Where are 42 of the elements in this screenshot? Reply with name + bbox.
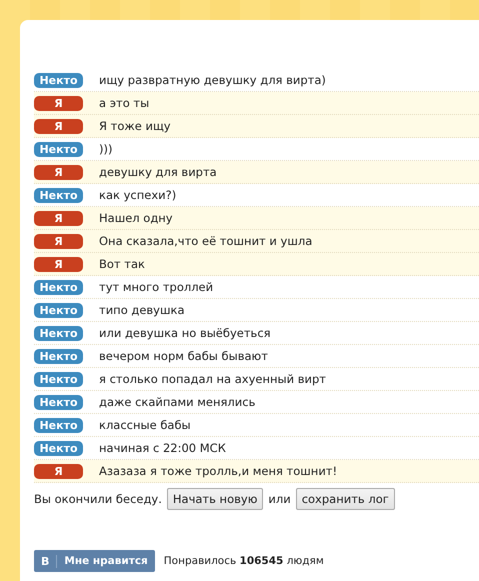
message-text: типо девушка <box>99 303 185 317</box>
or-text: или <box>268 492 291 506</box>
author-badge: Я <box>34 96 83 110</box>
author-badge: Я <box>34 118 83 134</box>
author-badge: Я <box>34 256 83 272</box>
message-text: вечером норм бабы бывают <box>99 349 268 363</box>
new-chat-button[interactable]: Начать новую <box>166 488 264 510</box>
message-text: Азазаза я тоже тролль,и меня тошнит! <box>99 464 338 478</box>
author-badge: Некто <box>34 394 83 410</box>
author-badge: Некто <box>34 72 83 88</box>
message-text: я столько попадал на ахуенный вирт <box>99 372 326 386</box>
message-text: Я тоже ищу <box>99 119 171 133</box>
author-badge: Я <box>34 164 83 180</box>
ended-text: Вы окончили беседу. <box>34 492 162 506</box>
save-log-button[interactable]: сохранить лог <box>296 488 395 510</box>
author-badge: Некто <box>34 440 83 456</box>
author-badge: Некто <box>34 372 83 386</box>
message-text: а это ты <box>99 96 150 110</box>
message-text: Вот так <box>99 257 145 271</box>
message-text: ищу развратную девушку для вирта) <box>99 73 326 87</box>
author-badge: Некто <box>34 326 83 340</box>
message-text: Она сказала,что её тошнит и ушла <box>99 234 312 248</box>
author-badge: Некто <box>34 418 83 432</box>
author-badge: Некто <box>34 280 83 294</box>
author-badge: Некто <box>34 142 83 156</box>
message-text: девушку для вирта <box>99 165 217 179</box>
message-text: как успехи?) <box>99 188 176 202</box>
message-text: начиная с 22:00 МСК <box>99 441 226 455</box>
author-badge: Я <box>34 464 83 478</box>
message-text: тут много троллей <box>99 280 214 294</box>
message-text: Нашел одну <box>99 211 173 225</box>
message-text: ))) <box>99 142 112 156</box>
message-text: даже скайпами менялись <box>99 395 256 409</box>
author-badge: Некто <box>34 348 83 364</box>
author-badge: Некто <box>34 188 83 202</box>
message-text: или девушка но выёбуеться <box>99 326 271 340</box>
author-badge: Я <box>34 234 83 248</box>
author-badge: Я <box>34 210 83 226</box>
like-count-text: Понравилось 106545 людям <box>164 555 324 567</box>
like-button[interactable]: В Мне нравится <box>34 550 155 572</box>
author-badge: Некто <box>34 302 83 318</box>
message-text: классные бабы <box>99 418 191 432</box>
